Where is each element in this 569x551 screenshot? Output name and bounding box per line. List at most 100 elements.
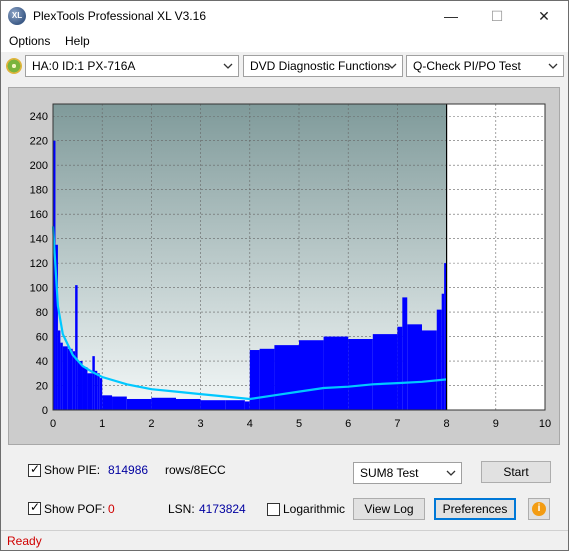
logarithmic-checkbox[interactable] [267,503,280,516]
close-button[interactable]: ✕ [521,1,567,31]
pie-bar [323,336,349,410]
info-button[interactable]: i [528,498,550,520]
pie-bar [60,342,63,410]
maximize-button[interactable]: ☐ [474,1,520,31]
logarithmic-label: Logarithmic [283,502,346,516]
x-tick-label: 6 [345,418,351,430]
y-tick-label: 220 [30,136,48,148]
pie-bar [102,395,113,410]
pie-bar [77,361,83,410]
chevron-down-icon [446,470,456,476]
y-tick-label: 200 [30,160,48,172]
pie-bar [274,345,299,410]
y-tick-label: 120 [30,258,48,270]
y-tick-label: 180 [30,185,48,197]
pie-bar [176,398,201,410]
pie-bar [249,350,260,410]
pie-bar [67,348,73,410]
pie-bar [348,339,373,410]
x-tick-label: 8 [444,418,450,430]
chevron-down-icon [387,63,397,69]
pie-bar [87,373,93,410]
pi-po-chart: 0 20 40 60 80 100 120 140 160 180 200 220 240 0 1 2 3 4 5 6… [30,103,551,430]
pie-bar [407,324,422,410]
sum-test-value: SUM8 Test [360,466,419,480]
pof-value: 0 [108,502,115,516]
drive-select[interactable]: HA:0 ID:1 PX-716A [25,55,239,77]
pie-bar [72,351,76,410]
pie-bar [402,297,408,410]
show-pof-checkbox[interactable] [28,500,41,515]
minimize-button[interactable]: — [428,1,474,31]
app-window: XL PlexTools Professional XL V3.16 — ☐ ✕… [0,0,569,551]
pie-bar [422,330,437,410]
x-tick-label: 3 [198,418,204,430]
pie-bar [97,373,100,410]
pie-bar [112,396,127,410]
test-select[interactable]: Q-Check PI/PO Test [406,55,564,77]
pie-bar [225,400,245,410]
x-tick-label: 5 [296,418,302,430]
y-tick-label: 160 [30,209,48,221]
pie-bar [372,334,398,410]
function-select-value: DVD Diagnostic Functions [250,59,391,73]
x-tick-label: 7 [394,418,400,430]
toolbar: HA:0 ID:1 PX-716A DVD Diagnostic Functio… [1,52,568,80]
pie-unit: rows/8ECC [165,463,226,477]
menu-help[interactable]: Help [65,34,90,48]
y-tick-label: 40 [36,356,48,368]
x-tick-label: 0 [50,418,56,430]
y-tick-label: 20 [36,381,48,393]
y-tick-label: 100 [30,283,48,295]
pie-bar [126,398,152,410]
show-pof-label: Show POF: [44,502,106,516]
chart-panel: 0 20 40 60 80 100 120 140 160 180 200 220 240 0 1 2 3 4 5 6… [8,87,560,445]
pie-value: 814986 [108,463,149,477]
chevron-down-icon [223,63,233,69]
y-tick-label: 140 [30,234,48,246]
pie-bar [244,401,250,410]
pie-bar [99,378,103,410]
pie-bar [397,326,403,410]
status-bar: Ready [1,530,568,550]
pie-bar [151,397,176,410]
menu-options[interactable]: Options [9,34,50,48]
menu-bar: Options Help [1,31,568,52]
y-tick-label: 0 [42,405,48,417]
title-bar: XL PlexTools Professional XL V3.16 — ☐ ✕ [1,1,568,31]
drive-select-value: HA:0 ID:1 PX-716A [32,59,136,73]
sum-test-select[interactable]: SUM8 Test [353,462,462,484]
pie-bar [82,367,88,410]
x-tick-label: 9 [493,418,499,430]
lsn-value: 4173824 [199,502,246,516]
lsn-label: LSN: [168,502,195,516]
control-panel: Show PIE: 814986 rows/8ECC Show POF: 0 L… [8,452,560,525]
pie-bar [200,400,226,410]
x-tick-label: 10 [539,418,551,430]
preferences-button[interactable]: Preferences [434,498,516,520]
view-log-button[interactable]: View Log [353,498,425,520]
show-pie-checkbox[interactable] [28,462,41,477]
pie-bar [94,370,98,410]
app-logo-icon: XL [8,7,26,25]
pie-bar [436,309,442,410]
x-tick-label: 4 [247,418,253,430]
disc-drive-icon [6,58,22,74]
y-tick-label: 80 [36,307,48,319]
pie-bar [441,293,445,410]
pie-bar [62,346,68,410]
chevron-down-icon [548,63,558,69]
x-tick-label: 2 [148,418,154,430]
info-icon: i [532,502,546,516]
y-tick-label: 240 [30,111,48,123]
pie-bar [57,330,61,410]
function-select[interactable]: DVD Diagnostic Functions [243,55,403,77]
pie-bar [299,340,324,410]
x-tick-label: 1 [99,418,105,430]
test-select-value: Q-Check PI/PO Test [413,59,521,73]
pie-bar [92,356,95,410]
pie-bar [75,285,78,410]
y-tick-label: 60 [36,332,48,344]
start-button[interactable]: Start [481,461,551,483]
window-title: PlexTools Professional XL V3.16 [33,9,206,23]
